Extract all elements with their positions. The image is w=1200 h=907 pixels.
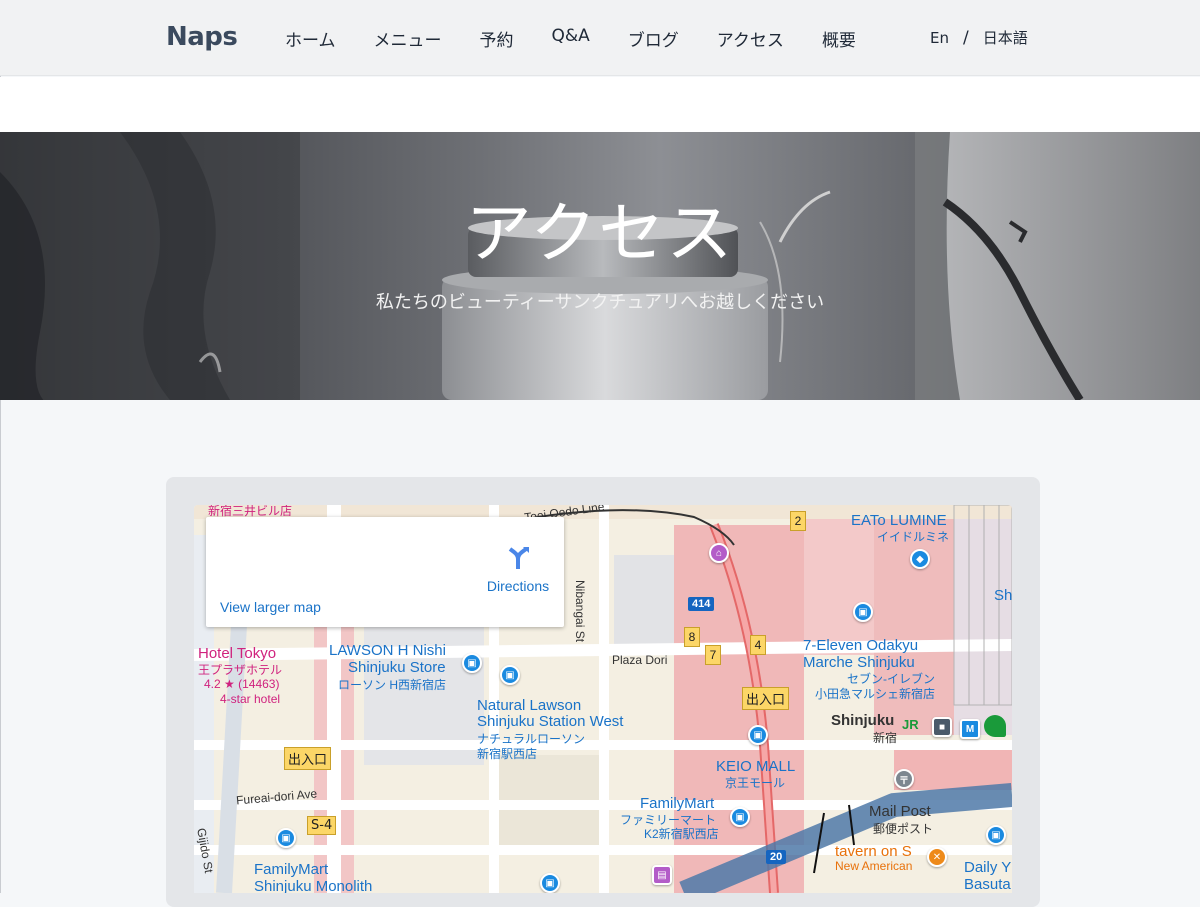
map-label-daily-2: Basuta <box>964 876 1011 893</box>
lang-ja[interactable]: 日本語 <box>983 27 1028 48</box>
exit-number-7: 7 <box>705 645 721 665</box>
page-title: アクセス <box>465 195 735 272</box>
toei-icon <box>984 715 1006 737</box>
map-label-shinjuku: Shinjuku <box>831 712 895 729</box>
site-header: Naps ホーム メニュー 予約 Q&A ブログ アクセス 概要 En / 日本… <box>0 0 1200 76</box>
map-label-mailpost: Mail Post <box>869 803 931 820</box>
map-label-lawson-h-ja: ローソン H西新宿店 <box>338 678 447 692</box>
map-label-lawson-h-2: Shinjuku Store <box>348 659 446 676</box>
store-pin-icon-6[interactable]: ▣ <box>276 828 296 848</box>
map-label-natural-lawson-2: Shinjuku Station West <box>477 713 624 730</box>
store-pin-icon-3[interactable]: ▣ <box>853 602 873 622</box>
map-label-eato-ja: イイドルミネ <box>877 530 950 544</box>
exit-tag-1: 出入口 <box>742 687 790 710</box>
map-label-lawson-h: LAWSON H Nishi <box>329 642 446 659</box>
map-label-hotel-rating: 4.2 ★ (14463) <box>204 677 280 691</box>
map-label-seven-2: Marche Shinjuku <box>803 654 915 671</box>
nav-menu[interactable]: メニュー <box>374 26 442 51</box>
map-label-mailpost-ja: 郵便ポスト <box>873 822 934 836</box>
map-infobox: Directions View larger map <box>206 517 564 627</box>
store-pin-icon-4[interactable]: ▣ <box>730 807 750 827</box>
map-label-hotel-class: 4-star hotel <box>220 692 281 706</box>
language-switcher: En / 日本語 <box>930 27 1028 48</box>
directions-icon <box>508 547 529 569</box>
map-label-seven-ja2: 小田急マルシェ新宿店 <box>815 687 936 701</box>
jr-icon: JR <box>902 717 919 732</box>
metro-icon: M <box>960 719 980 739</box>
map-label-right-cut: Sh <box>994 587 1012 604</box>
exit-number-8: 8 <box>684 627 700 647</box>
route-20: 20 <box>766 850 787 864</box>
lang-en[interactable]: En <box>930 29 949 47</box>
lang-separator: / <box>962 27 969 48</box>
nav-blog[interactable]: ブログ <box>628 26 679 51</box>
shopping-pin-icon[interactable]: ◆ <box>910 549 930 569</box>
nav-access[interactable]: アクセス <box>717 26 784 51</box>
nav-about[interactable]: 概要 <box>822 26 856 51</box>
exit-tag-2: 出入口 <box>284 747 332 770</box>
map-label-keio: KEIO MALL <box>716 758 796 775</box>
store-pin-icon-2[interactable]: ▣ <box>500 665 520 685</box>
map-label-shinjuku-ja: 新宿 <box>873 731 898 745</box>
exit-tag-s4: S-4 <box>307 816 337 835</box>
map-label-plaza-dori: Plaza Dori <box>612 653 668 667</box>
map-label-eato: EATo LUMINE <box>851 512 947 529</box>
exit-number-4: 4 <box>750 635 766 655</box>
map-label-fm-monolith-2: Shinjuku Monolith <box>254 878 373 893</box>
restaurant-pin-icon[interactable]: ✕ <box>927 847 947 867</box>
google-map[interactable]: 新宿三井ビル店 Toei Oedo Line EATo LUMINE イイドルミ… <box>194 505 1012 893</box>
site-logo[interactable]: Naps <box>166 22 238 52</box>
map-label-daily: Daily Y <box>964 859 1012 876</box>
map-label-familymart-ja2: K2新宿駅西店 <box>644 827 719 841</box>
train-icon: ■ <box>932 717 952 737</box>
map-label-tavern: tavern on S <box>835 843 912 860</box>
nav-home[interactable]: ホーム <box>285 26 336 51</box>
directions-button[interactable]: Directions <box>478 545 558 596</box>
view-larger-map-link[interactable]: View larger map <box>220 599 321 615</box>
header-spacer <box>0 77 1200 132</box>
map-label-hotel-ja: 王プラザホテル <box>198 663 283 677</box>
nav-qa[interactable]: Q&A <box>552 26 590 51</box>
store-pin-icon-7[interactable]: ▣ <box>540 873 560 893</box>
map-label-natural-lawson: Natural Lawson <box>477 697 582 714</box>
map-label-natural-lawson-ja2: 新宿駅西店 <box>477 747 538 761</box>
map-label-familymart: FamilyMart <box>640 795 715 812</box>
hero-banner: アクセス 私たちのビューティーサンクチュアリへお越しください <box>0 132 1200 400</box>
post-pin-icon[interactable]: 〒 <box>894 769 914 789</box>
directions-label: Directions <box>486 578 550 594</box>
store-pin-icon-5[interactable]: ▣ <box>986 825 1006 845</box>
landmark-pin-icon[interactable]: ⌂ <box>709 543 729 563</box>
nav-reservation[interactable]: 予約 <box>480 26 514 51</box>
map-label-hotel: Hotel Tokyo <box>198 645 277 662</box>
map-label-tavern-sub: New American <box>835 859 913 873</box>
building-pin-icon[interactable]: ▤ <box>652 865 672 885</box>
page-subtitle: 私たちのビューティーサンクチュアリへお越しください <box>375 292 825 313</box>
map-label-keio-ja: 京王モール <box>725 776 786 790</box>
store-pin-icon[interactable]: ▣ <box>462 653 482 673</box>
main-nav: ホーム メニュー 予約 Q&A ブログ アクセス 概要 <box>285 26 894 51</box>
route-414: 414 <box>688 597 715 611</box>
map-label-seven: 7-Eleven Odakyu <box>803 637 919 654</box>
mall-pin-icon[interactable]: ▣ <box>748 725 768 745</box>
exit-number-2: 2 <box>790 511 806 531</box>
map-label-fm-monolith: FamilyMart <box>254 861 329 878</box>
map-label-nibangai: Nibangai St <box>573 580 587 643</box>
